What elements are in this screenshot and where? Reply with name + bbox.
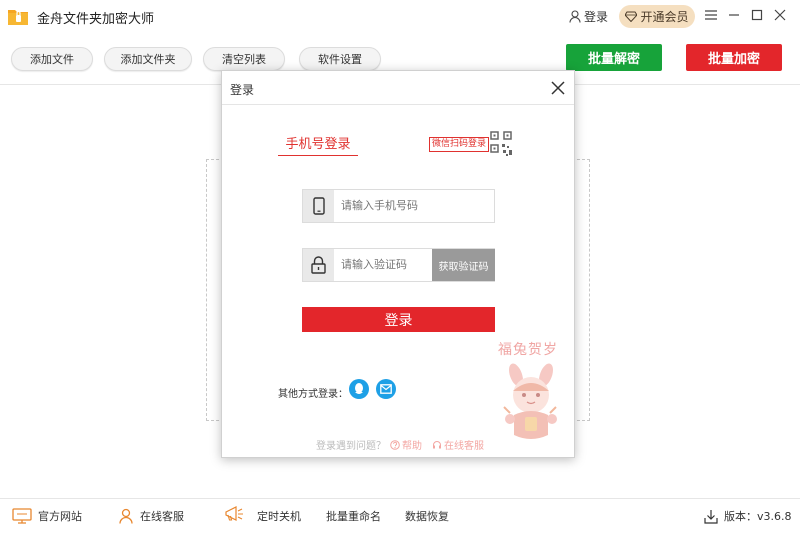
code-input[interactable] <box>341 258 427 271</box>
get-code-button[interactable]: 获取验证码 <box>432 249 495 281</box>
headset-icon <box>433 440 441 448</box>
login-dialog: 登录 手机号登录 微信扫码登录 请输入手机号码 请输入验证码 获取验证码 登录 … <box>221 70 575 458</box>
maximize-icon[interactable] <box>749 7 765 23</box>
vip-button[interactable]: 开通会员 <box>619 5 695 28</box>
lock-icon <box>303 249 334 281</box>
app-title: 金舟文件夹加密大师 <box>37 12 155 27</box>
clear-list-button[interactable]: 清空列表 <box>203 47 285 71</box>
other-login-label: 其他方式登录： <box>278 389 348 400</box>
code-field: 获取验证码 <box>302 248 495 282</box>
version-label: 版本：v3.6.8 <box>724 510 792 523</box>
monitor-icon <box>12 508 32 524</box>
shutdown-link[interactable]: 定时关机 <box>257 508 301 524</box>
qq-login-icon[interactable] <box>349 379 369 399</box>
batch-encrypt-button[interactable]: 批量加密 <box>686 44 782 71</box>
help-link[interactable]: 帮助 <box>390 437 422 452</box>
rabbit-mascot-icon <box>503 363 557 439</box>
help-question: 登录遇到问题？ <box>316 441 386 452</box>
status-bar: 官方网站 在线客服 定时关机 批量重命名 数据恢复 版本：v3.6.8 <box>0 498 800 533</box>
phone-icon <box>303 190 334 222</box>
website-label: 官方网站 <box>38 510 82 523</box>
email-login-icon[interactable] <box>376 379 396 399</box>
user-icon <box>569 10 581 23</box>
recovery-link[interactable]: 数据恢复 <box>405 508 449 524</box>
vip-button-label: 开通会员 <box>640 10 689 24</box>
megaphone-icon <box>225 506 243 521</box>
close-icon[interactable] <box>549 79 567 97</box>
phone-input[interactable] <box>341 199 441 212</box>
version-info[interactable]: 版本：v3.6.8 <box>704 508 792 524</box>
online-service-label: 在线客服 <box>444 441 484 452</box>
app-logo-icon <box>8 10 28 25</box>
online-service-link[interactable]: 在线客服 <box>432 437 484 452</box>
minimize-icon[interactable] <box>726 7 742 23</box>
settings-button[interactable]: 软件设置 <box>299 47 381 71</box>
help-icon <box>390 439 400 450</box>
login-submit-button[interactable]: 登录 <box>302 307 495 332</box>
login-link-label: 登录 <box>584 10 609 24</box>
menu-icon[interactable] <box>703 7 719 23</box>
login-link[interactable]: 登录 <box>569 8 608 25</box>
diamond-icon <box>625 11 638 22</box>
close-window-icon[interactable] <box>772 7 788 23</box>
add-file-button[interactable]: 添加文件 <box>11 47 93 71</box>
website-link[interactable]: 官方网站 <box>12 508 82 524</box>
download-icon <box>704 509 718 524</box>
dialog-header: 登录 <box>222 71 574 105</box>
tab-phone-login[interactable]: 手机号登录 <box>278 133 358 156</box>
service-label: 在线客服 <box>140 510 184 523</box>
phone-field <box>302 189 495 223</box>
add-folder-button[interactable]: 添加文件夹 <box>104 47 192 71</box>
help-label: 帮助 <box>402 441 422 452</box>
mascot-greeting: 福兔贺岁 <box>498 342 558 358</box>
service-person-icon <box>119 508 133 524</box>
dialog-title: 登录 <box>230 83 255 97</box>
app-window: 金舟文件夹加密大师 登录 开通会员 添加文件 添加文件夹 清空列表 软件设置 批… <box>0 0 800 533</box>
title-bar: 金舟文件夹加密大师 登录 开通会员 <box>0 0 800 33</box>
qr-login-button[interactable]: 微信扫码登录 <box>429 130 515 158</box>
help-row: 登录遇到问题？ 帮助 在线客服 <box>316 437 484 452</box>
qr-code-icon <box>490 131 513 156</box>
batch-decrypt-button[interactable]: 批量解密 <box>566 44 662 71</box>
rename-link[interactable]: 批量重命名 <box>326 508 381 524</box>
service-link[interactable]: 在线客服 <box>118 508 184 524</box>
qr-login-label: 微信扫码登录 <box>429 136 490 152</box>
